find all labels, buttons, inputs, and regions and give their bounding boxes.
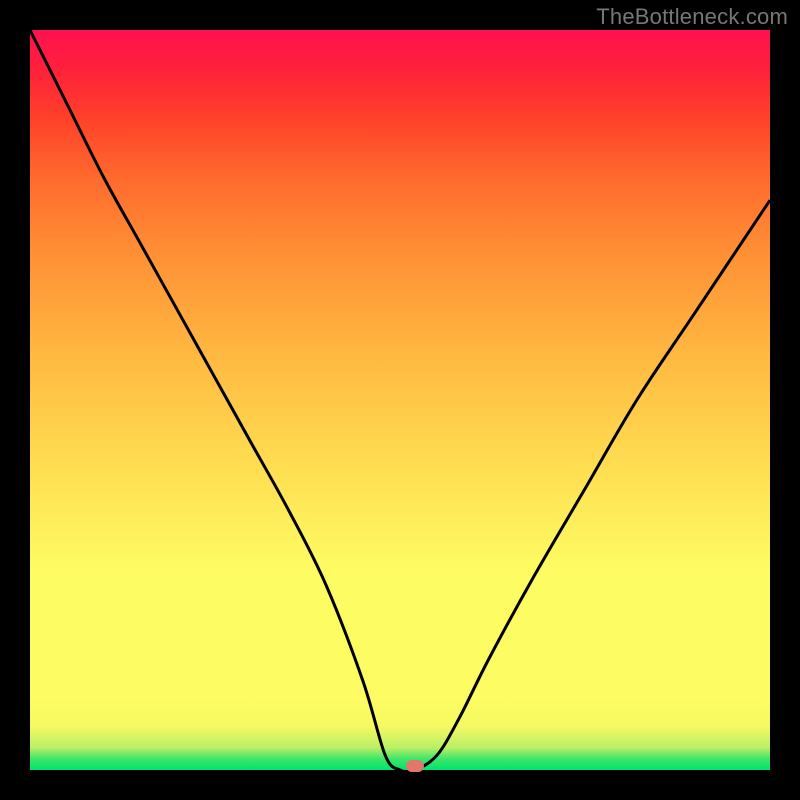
chart-frame: TheBottleneck.com — [0, 0, 800, 800]
curve-line — [30, 30, 770, 772]
optimal-marker — [406, 760, 424, 772]
plot-area — [30, 30, 770, 770]
bottleneck-curve — [30, 30, 770, 770]
watermark-text: TheBottleneck.com — [596, 4, 788, 30]
